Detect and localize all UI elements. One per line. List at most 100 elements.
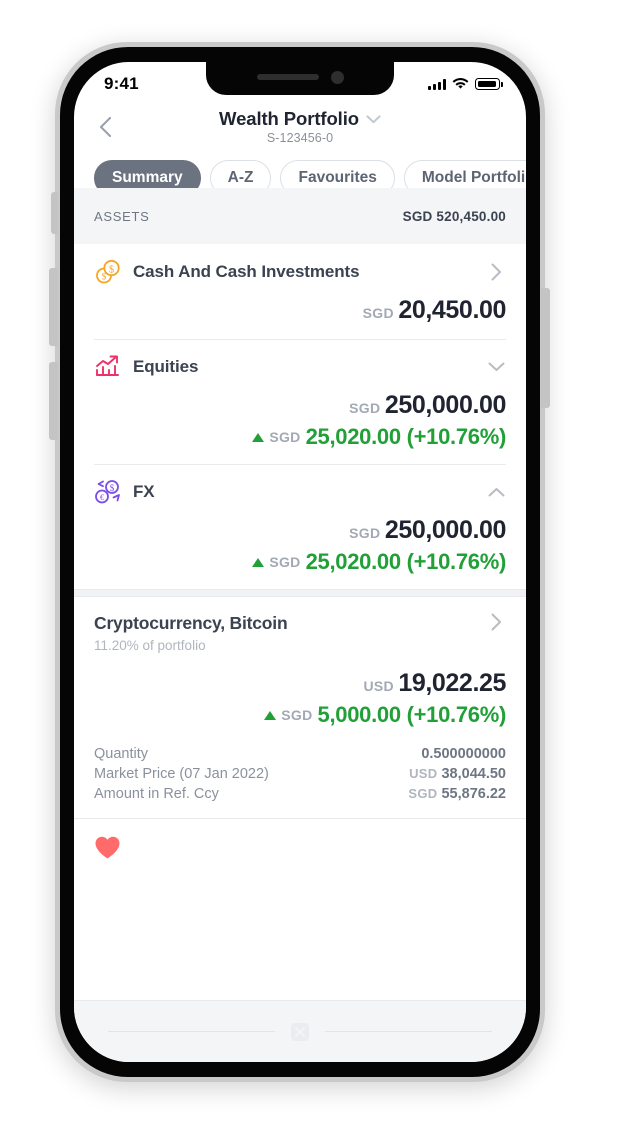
svg-text:$: $ <box>110 483 115 493</box>
detail-amount: 38,044.50 <box>441 766 506 782</box>
chevron-left-icon <box>99 116 112 138</box>
heart-filled-icon[interactable] <box>94 835 121 860</box>
tab-a-z[interactable]: A-Z <box>209 160 272 188</box>
asset-row-fx[interactable]: $ € FX SGD 250,000.00 SGD 25,020.00 (+10… <box>74 464 526 589</box>
back-button[interactable] <box>94 114 120 140</box>
holding-amount: 19,022.25 <box>398 669 506 697</box>
account-number: S-123456-0 <box>266 131 334 145</box>
tab-summary[interactable]: Summary <box>94 160 201 188</box>
asset-header: $ € FX <box>94 478 506 506</box>
currency-exchange-icon: $ € <box>95 480 120 504</box>
nav-title-wrap: Wealth Portfolio S-123456-0 <box>92 106 508 145</box>
asset-currency: SGD <box>362 305 394 321</box>
detail-amount: 0.500000000 <box>421 746 506 762</box>
triangle-up-icon <box>264 710 277 720</box>
chevron-right-icon <box>491 613 501 631</box>
holding-amount-row: USD 19,022.25 <box>94 669 506 698</box>
asset-amount-row: SGD 250,000.00 <box>94 391 506 420</box>
divider-left <box>108 1031 275 1032</box>
power-button[interactable] <box>541 288 550 408</box>
holding-currency: USD <box>363 678 394 694</box>
status-icons <box>428 78 503 90</box>
holding-details-list: Quantity 0.500000000 Market Price (07 Ja… <box>94 744 506 804</box>
chevron-up-icon <box>488 488 504 497</box>
holding-title: Cryptocurrency, Bitcoin <box>94 613 288 633</box>
notch <box>206 62 394 95</box>
detail-currency: USD <box>409 766 438 781</box>
bottom-bar <box>74 1000 526 1062</box>
chevron-right-icon <box>491 263 501 281</box>
svg-text:$: $ <box>102 271 107 281</box>
earpiece-speaker <box>256 74 319 80</box>
asset-currency: SGD <box>349 400 381 416</box>
asset-header: $ $ Cash And Cash Investments <box>94 258 506 286</box>
assets-total: SGD 520,450.00 <box>402 208 506 224</box>
asset-amount: 250,000.00 <box>384 516 507 544</box>
page-title: Wealth Portfolio <box>219 108 359 129</box>
chevron-down-icon <box>488 362 504 371</box>
image-placeholder-icon[interactable] <box>289 1021 311 1043</box>
cellular-bars-icon <box>428 78 446 90</box>
detail-row: Quantity 0.500000000 <box>94 744 506 764</box>
delta-currency: SGD <box>281 707 313 723</box>
asset-expand-chevron[interactable] <box>486 263 506 281</box>
volume-up-button[interactable] <box>49 268 58 346</box>
divider-right <box>325 1031 492 1032</box>
detail-amount: 55,876.22 <box>441 786 506 802</box>
detail-row: Amount in Ref. Ccy SGD 55,876.22 <box>94 784 506 804</box>
delta-currency: SGD <box>269 554 301 570</box>
asset-row-equities[interactable]: Equities SGD 250,000.00 SGD 25,020.00 (+… <box>74 339 526 464</box>
asset-collapse-chevron[interactable] <box>486 362 506 372</box>
detail-key: Quantity <box>94 746 148 762</box>
front-camera <box>330 70 344 84</box>
holding-detail-chevron[interactable] <box>486 613 506 631</box>
tab-favourites[interactable]: Favourites <box>280 160 395 188</box>
triangle-up-icon <box>252 557 265 567</box>
holding-card-bitcoin[interactable]: Cryptocurrency, Bitcoin 11.20% of portfo… <box>74 597 526 893</box>
screenshot-stage: 9:41 Wealth Portfolio S-123456-0 Summary… <box>0 0 624 1125</box>
holding-header: Cryptocurrency, Bitcoin 11.20% of portfo… <box>94 613 506 653</box>
wifi-icon <box>452 78 469 89</box>
coins-dollar-icon: $ $ <box>96 259 120 284</box>
svg-text:$: $ <box>109 264 114 275</box>
svg-text:€: € <box>100 493 104 502</box>
nav-bar: Wealth Portfolio S-123456-0 <box>74 106 526 158</box>
asset-amount: 20,450.00 <box>398 296 506 324</box>
detail-value: USD 38,044.50 <box>409 766 506 782</box>
detail-row: Market Price (07 Jan 2022) USD 38,044.50 <box>94 764 506 784</box>
section-separator <box>74 589 526 597</box>
asset-amount: 250,000.00 <box>384 391 507 419</box>
portfolio-selector[interactable]: Wealth Portfolio <box>92 108 508 130</box>
asset-collapse-chevron[interactable] <box>486 487 506 497</box>
detail-value: 0.500000000 <box>421 746 506 762</box>
tab-model-portfolio[interactable]: Model Portfolio <box>403 160 526 188</box>
silence-switch[interactable] <box>51 192 58 234</box>
holding-portfolio-share: 11.20% of portfolio <box>94 638 206 653</box>
volume-down-button[interactable] <box>49 362 58 440</box>
asset-delta-row: SGD 25,020.00 (+10.76%) <box>94 549 506 575</box>
asset-row-cash[interactable]: $ $ Cash And Cash Investments SGD 20,450… <box>74 244 526 339</box>
chevron-down-icon <box>366 114 381 123</box>
favourite-bar <box>74 818 526 885</box>
delta-value: 5,000.00 (+10.76%) <box>317 702 507 727</box>
asset-amount-row: SGD 250,000.00 <box>94 516 506 545</box>
asset-name: Cash And Cash Investments <box>133 262 360 281</box>
delta-currency: SGD <box>269 429 301 445</box>
delta-value: 25,020.00 (+10.76%) <box>305 424 507 449</box>
asset-name: Equities <box>133 357 199 376</box>
bar-chart-up-icon <box>96 355 119 376</box>
status-time: 9:41 <box>104 74 139 93</box>
filter-tabs[interactable]: Summary A-Z Favourites Model Portfolio <box>74 160 526 188</box>
delta-value: 25,020.00 (+10.76%) <box>305 549 507 574</box>
holding-delta-row: SGD 5,000.00 (+10.76%) <box>94 702 506 728</box>
asset-delta-row: SGD 25,020.00 (+10.76%) <box>94 424 506 450</box>
asset-name: FX <box>133 482 155 501</box>
asset-amount-row: SGD 20,450.00 <box>94 296 507 325</box>
detail-value: SGD 55,876.22 <box>408 786 506 802</box>
asset-header: Equities <box>94 353 506 381</box>
assets-summary-band: ASSETS SGD 520,450.00 <box>74 188 526 244</box>
detail-key: Amount in Ref. Ccy <box>94 786 219 802</box>
triangle-up-icon <box>252 432 265 442</box>
phone-screen: 9:41 Wealth Portfolio S-123456-0 Summary… <box>74 62 526 1062</box>
detail-key: Market Price (07 Jan 2022) <box>94 766 269 782</box>
